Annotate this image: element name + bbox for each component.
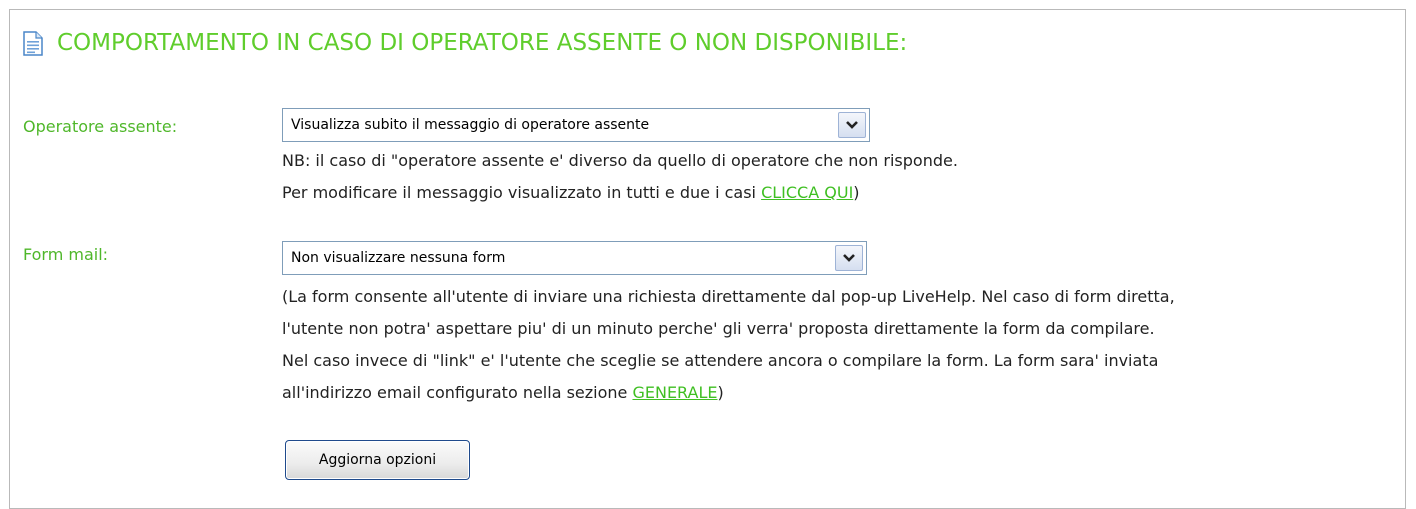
chevron-down-icon[interactable] [835, 245, 863, 271]
section-title: COMPORTAMENTO IN CASO DI OPERATORE ASSEN… [57, 30, 908, 56]
section-header: COMPORTAMENTO IN CASO DI OPERATORE ASSEN… [23, 30, 907, 56]
document-icon [23, 30, 43, 56]
clicca-qui-link[interactable]: CLICCA QUI [761, 183, 853, 202]
operatore-assente-label: Operatore assente: [23, 117, 178, 136]
description-line: l'utente non potra' aspettare piu' di un… [282, 319, 1155, 338]
description-line: all'indirizzo email configurato nella se… [282, 377, 1175, 409]
form-mail-select[interactable]: Non visualizzare nessuna form [282, 241, 867, 275]
chevron-down-icon[interactable] [838, 112, 866, 138]
generale-link[interactable]: GENERALE [632, 383, 717, 402]
operatore-assente-selected-value: Visualizza subito il messaggio di operat… [291, 117, 650, 133]
aggiorna-opzioni-button[interactable]: Aggiorna opzioni [285, 440, 470, 480]
description-text-suffix: ) [717, 383, 724, 402]
operatore-assente-note: NB: il caso di "operatore assente e' div… [282, 145, 958, 209]
form-mail-label: Form mail: [23, 245, 109, 264]
description-line: (La form consente all'utente di inviare … [282, 287, 1175, 306]
form-mail-description: (La form consente all'utente di inviare … [282, 281, 1175, 409]
description-text: all'indirizzo email configurato nella se… [282, 383, 633, 402]
note-text-suffix: ) [853, 183, 860, 202]
description-line: Nel caso invece di "link" e' l'utente ch… [282, 351, 1159, 370]
operatore-assente-select[interactable]: Visualizza subito il messaggio di operat… [282, 108, 870, 142]
note-line: Per modificare il messaggio visualizzato… [282, 177, 958, 209]
form-mail-selected-value: Non visualizzare nessuna form [291, 250, 506, 266]
note-text: Per modificare il messaggio visualizzato… [282, 183, 762, 202]
note-line: NB: il caso di "operatore assente e' div… [282, 151, 958, 170]
